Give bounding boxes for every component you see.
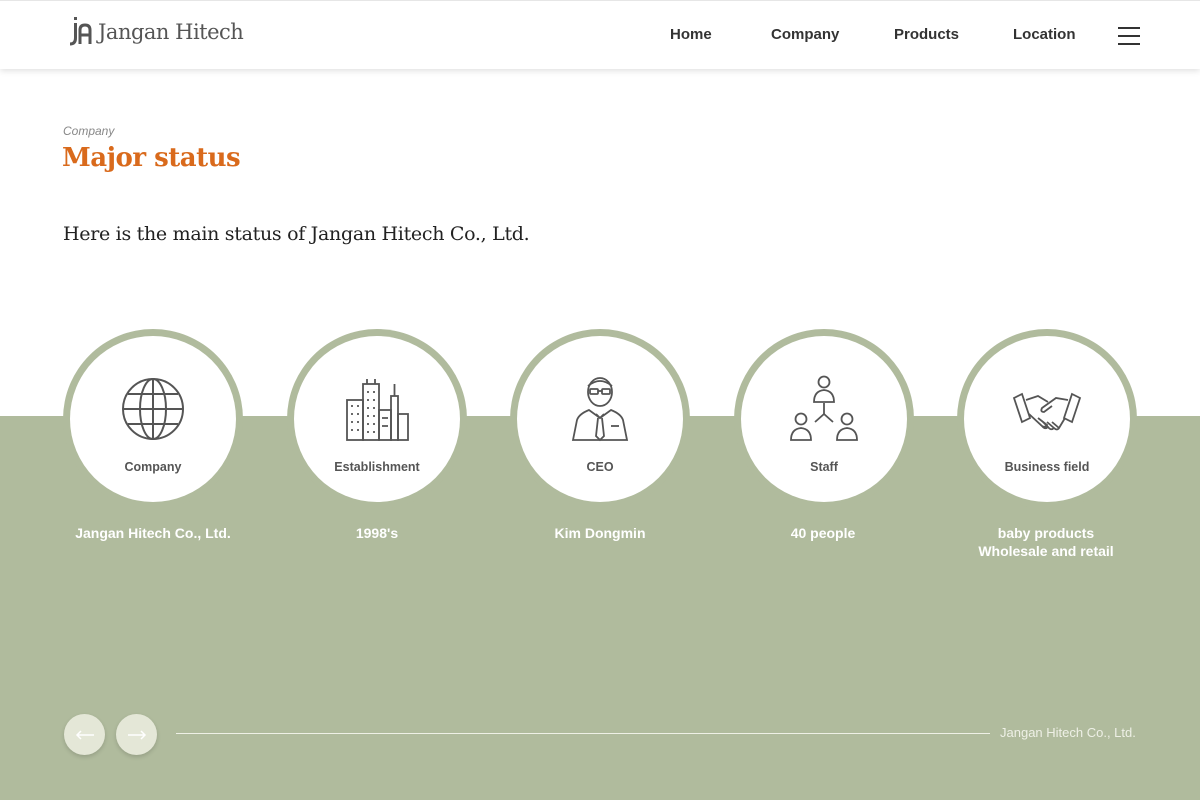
site-header: Jangan Hitech Home Company Products Loca… (0, 0, 1200, 69)
buildings-icon (346, 379, 409, 441)
status-card-value: Kim Dongmin (554, 525, 646, 541)
slider-caption: Jangan Hitech Co., Ltd. (1000, 725, 1136, 740)
status-card-value: 40 people (790, 525, 856, 541)
status-card-establishment: Establishment (287, 329, 467, 509)
status-card-label: Staff (810, 460, 838, 474)
nav-location[interactable]: Location (1013, 26, 1076, 43)
status-card-business-field: Business field (957, 329, 1137, 509)
nav-home[interactable]: Home (670, 26, 712, 43)
handshake-icon (1012, 392, 1082, 431)
logo-text: Jangan Hitech (98, 20, 244, 44)
status-card-value: baby products Wholesale and retail (978, 525, 1114, 559)
page-lead-text: Here is the main status of Jangan Hitech… (63, 223, 530, 245)
globe-icon (122, 378, 184, 440)
status-card-label: Company (124, 460, 182, 474)
logo[interactable]: Jangan Hitech (68, 16, 244, 48)
status-card-value: Jangan Hitech Co., Ltd. (75, 525, 231, 541)
slider-progress-line (176, 733, 990, 734)
status-card-label: Establishment (334, 460, 420, 474)
nav-company[interactable]: Company (771, 26, 839, 43)
logo-mark-icon (69, 17, 92, 46)
hamburger-menu-icon[interactable] (1118, 27, 1140, 45)
prev-slide-button[interactable] (64, 714, 105, 755)
status-card-staff: Staff (734, 329, 914, 509)
status-card-label: Business field (1004, 460, 1090, 474)
status-card-ceo: CEO (510, 329, 690, 509)
arrow-right-icon (127, 729, 146, 740)
status-card-label: CEO (586, 460, 614, 474)
status-card-value: 1998's (355, 525, 399, 541)
page-title: Major status (62, 143, 241, 173)
arrow-left-icon (75, 729, 94, 740)
nav-products[interactable]: Products (894, 26, 959, 43)
org-chart-icon (790, 375, 858, 441)
status-card-company: Company (63, 329, 243, 509)
breadcrumb: Company (63, 124, 115, 138)
ceo-person-icon (571, 377, 629, 442)
next-slide-button[interactable] (116, 714, 157, 755)
